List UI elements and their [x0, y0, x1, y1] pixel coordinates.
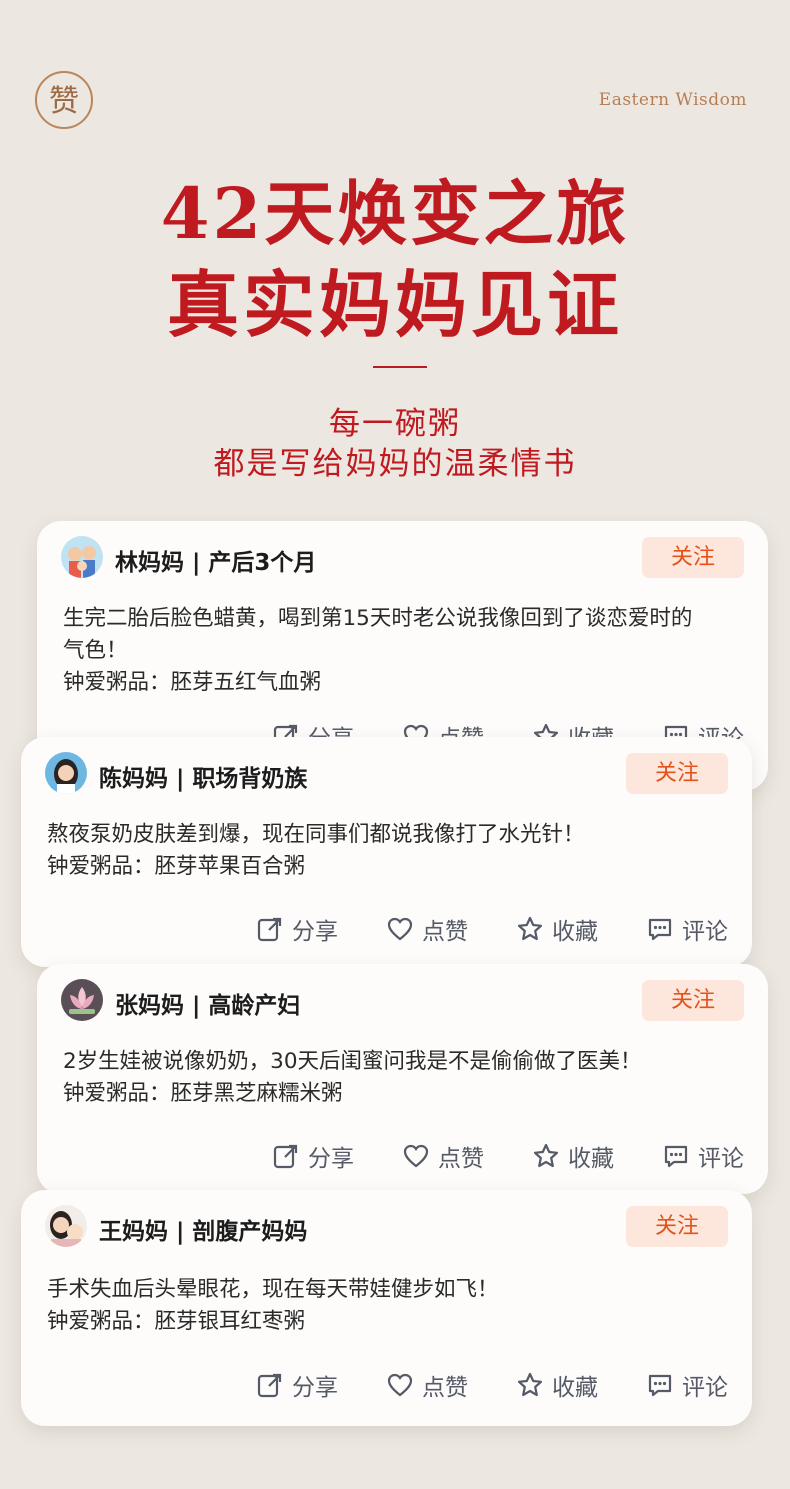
share-button[interactable]: 分享 [272, 1139, 354, 1173]
like-label: 点赞 [422, 1375, 468, 1401]
mother-baby-avatar [45, 1205, 87, 1247]
testimonial-card: 张妈妈 | 高龄产妇 关注 2岁生娃被说像奶奶，30天后闺蜜问我是不是偷偷做了医… [37, 964, 768, 1194]
headline-line-2: 真实妈妈见证 [166, 262, 623, 347]
star-icon [517, 916, 543, 941]
post-author: 王妈妈 | 剖腹产妈妈 [99, 1219, 308, 1245]
lotus-avatar [61, 979, 103, 1021]
post-product: 钟爱粥品：胚芽黑芝麻糯米粥 [63, 1081, 343, 1106]
headline-line-1: 42天焕变之旅 [160, 172, 630, 255]
share-label: 分享 [292, 1375, 338, 1401]
share-icon [273, 1144, 298, 1169]
like-button[interactable]: 点赞 [386, 912, 468, 946]
favorite-button[interactable]: 收藏 [532, 1139, 614, 1173]
comment-button[interactable]: 评论 [646, 912, 728, 946]
star-icon [517, 1372, 543, 1397]
action-bar: 分享 点赞 收藏 评论 [256, 1368, 728, 1402]
comment-icon [648, 1374, 672, 1397]
share-icon [257, 917, 282, 942]
subtitle-line-1: 每一碗粥 [329, 406, 461, 442]
star-icon [533, 1143, 559, 1168]
comment-label: 评论 [698, 1146, 744, 1172]
favorite-button[interactable]: 收藏 [516, 1368, 598, 1402]
brand-name: Eastern Wisdom [598, 90, 747, 110]
favorite-label: 收藏 [552, 1375, 598, 1401]
share-icon [257, 1373, 282, 1398]
post-product: 钟爱粥品：胚芽苹果百合粥 [47, 854, 306, 879]
post-body: 2岁生娃被说像奶奶，30天后闺蜜问我是不是偷偷做了医美！ 钟爱粥品：胚芽黑芝麻糯… [63, 1046, 728, 1110]
comment-icon [648, 918, 672, 941]
post-author: 林妈妈 | 产后3个月 [115, 550, 317, 576]
post-body: 熬夜泵奶皮肤差到爆，现在同事们都说我像打了水光针！ 钟爱粥品：胚芽苹果百合粥 [47, 819, 712, 883]
testimonial-card: 王妈妈 | 剖腹产妈妈 关注 手术失血后头晕眼花，现在每天带娃健步如飞！ 钟爱粥… [21, 1190, 752, 1426]
comment-label: 评论 [682, 919, 728, 945]
post-author: 张妈妈 | 高龄产妇 [115, 993, 301, 1019]
like-button[interactable]: 点赞 [402, 1139, 484, 1173]
heart-icon [387, 917, 413, 941]
follow-button[interactable]: 关注 [642, 537, 744, 578]
woman-avatar [45, 752, 87, 794]
like-label: 点赞 [438, 1146, 484, 1172]
favorite-label: 收藏 [568, 1146, 614, 1172]
share-button[interactable]: 分享 [256, 1368, 338, 1402]
action-bar: 分享 点赞 收藏 评论 [272, 1139, 744, 1173]
post-text: 手术失血后头晕眼花，现在每天带娃健步如飞！ [47, 1277, 499, 1302]
post-product: 钟爱粥品：胚芽五红气血粥 [63, 670, 322, 695]
like-button[interactable]: 点赞 [386, 1368, 468, 1402]
follow-button[interactable]: 关注 [642, 980, 744, 1021]
post-body: 生完二胎后脸色蜡黄，喝到第15天时老公说我像回到了谈恋爱时的气色！ 钟爱粥品：胚… [63, 603, 704, 699]
subtitle-line-2: 都是写给妈妈的温柔情书 [213, 446, 577, 482]
testimonial-card: 陈妈妈 | 职场背奶族 关注 熬夜泵奶皮肤差到爆，现在同事们都说我像打了水光针！… [21, 737, 752, 967]
favorite-button[interactable]: 收藏 [516, 912, 598, 946]
seal-logo: 赞 [35, 71, 93, 129]
post-text: 2岁生娃被说像奶奶，30天后闺蜜问我是不是偷偷做了医美！ [63, 1049, 642, 1074]
heart-icon [387, 1373, 413, 1397]
post-author: 陈妈妈 | 职场背奶族 [99, 766, 308, 792]
heart-icon [403, 1144, 429, 1168]
post-text: 生完二胎后脸色蜡黄，喝到第15天时老公说我像回到了谈恋爱时的气色！ [63, 606, 693, 663]
family-avatar [61, 536, 103, 578]
divider [373, 366, 427, 368]
post-body: 手术失血后头晕眼花，现在每天带娃健步如飞！ 钟爱粥品：胚芽银耳红枣粥 [47, 1274, 712, 1338]
action-bar: 分享 点赞 收藏 评论 [256, 912, 728, 946]
comment-icon [664, 1145, 688, 1168]
share-button[interactable]: 分享 [256, 912, 338, 946]
post-product: 钟爱粥品：胚芽银耳红枣粥 [47, 1309, 306, 1334]
favorite-label: 收藏 [552, 919, 598, 945]
post-text: 熬夜泵奶皮肤差到爆，现在同事们都说我像打了水光针！ [47, 822, 585, 847]
comment-button[interactable]: 评论 [646, 1368, 728, 1402]
follow-button[interactable]: 关注 [626, 753, 728, 794]
comment-label: 评论 [682, 1375, 728, 1401]
share-label: 分享 [292, 919, 338, 945]
share-label: 分享 [308, 1146, 354, 1172]
like-label: 点赞 [422, 919, 468, 945]
comment-button[interactable]: 评论 [662, 1139, 744, 1173]
follow-button[interactable]: 关注 [626, 1206, 728, 1247]
